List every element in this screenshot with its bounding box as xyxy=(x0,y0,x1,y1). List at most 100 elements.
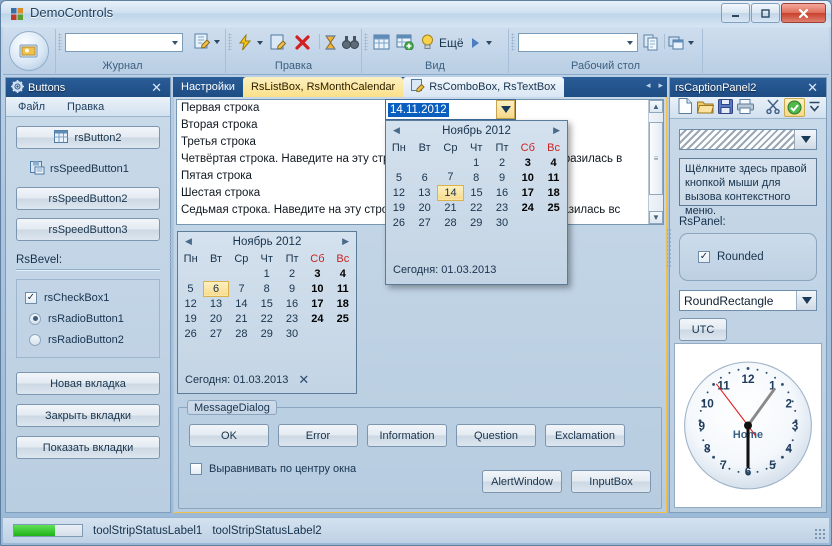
tab-rscombobox-rstextbox[interactable]: RsComboBox, RsTextBox xyxy=(403,77,564,97)
center-align-checkbox-row[interactable]: Выравнивать по центру окна xyxy=(190,458,356,479)
print-icon[interactable] xyxy=(737,98,754,117)
calendar-day[interactable]: 28 xyxy=(438,215,464,230)
zhurnal-combo[interactable] xyxy=(65,33,183,52)
edit-note-icon[interactable] xyxy=(194,33,211,50)
calendar-day[interactable]: 14 xyxy=(229,296,254,311)
open-folder-icon[interactable] xyxy=(696,99,715,117)
rs-button2[interactable]: rsButton2 xyxy=(16,126,160,149)
calendar-day[interactable] xyxy=(305,326,330,341)
hatch-combo[interactable] xyxy=(679,129,817,150)
shape-combo[interactable]: RoundRectangle xyxy=(679,290,817,311)
calendar-day[interactable] xyxy=(438,155,464,170)
calendar-day[interactable]: 23 xyxy=(489,200,515,215)
calendar-day[interactable]: 30 xyxy=(279,326,304,341)
exclamation-button[interactable]: Exclamation xyxy=(545,424,625,447)
ok-button[interactable]: OK xyxy=(189,424,269,447)
show-tabs-button[interactable]: Показать вкладки xyxy=(16,436,160,459)
calendar-day[interactable]: 25 xyxy=(330,311,355,326)
rs-analog-clock[interactable]: 12 1 2 3 4 5 6 7 8 9 10 11 Home xyxy=(674,343,822,508)
lightbulb-icon[interactable] xyxy=(420,34,435,53)
information-button[interactable]: Information xyxy=(367,424,447,447)
calendar-day[interactable] xyxy=(515,215,541,230)
vid-more-label[interactable]: Ещё xyxy=(439,36,464,50)
utc-button[interactable]: UTC xyxy=(679,318,727,341)
windows-arrange-icon[interactable] xyxy=(668,34,685,53)
calendar-day[interactable]: 5 xyxy=(178,281,203,296)
calendar-day[interactable] xyxy=(178,266,203,281)
save-icon[interactable] xyxy=(718,98,733,117)
calendar-day[interactable]: 9 xyxy=(279,281,304,296)
calendar-prev-icon[interactable]: ◀ xyxy=(393,125,400,136)
calendar-day[interactable]: 19 xyxy=(386,200,412,215)
calendar-day[interactable]: 4 xyxy=(330,266,355,281)
calendar-day[interactable] xyxy=(330,326,355,341)
calendar-prev-icon[interactable]: ◀ xyxy=(185,236,192,247)
calendar-day[interactable]: 13 xyxy=(203,296,228,311)
delete-x-icon[interactable] xyxy=(294,34,311,54)
calendar-day[interactable]: 1 xyxy=(254,266,279,281)
calendar-day[interactable]: 10 xyxy=(305,281,330,296)
calendar-day-selected[interactable]: 6 xyxy=(202,280,230,297)
calendar-day[interactable] xyxy=(541,215,567,230)
scroll-down-icon[interactable]: ▼ xyxy=(649,211,663,224)
rs-month-calendar[interactable]: ◀ Ноябрь 2012 ▶ Пн Вт Ср Чт Пт Сб Вс 1 2… xyxy=(177,231,357,394)
chevron-down-icon[interactable] xyxy=(795,130,816,149)
tab-rslistbox-rsmonthcalendar[interactable]: RsListBox, RsMonthCalendar xyxy=(242,77,404,97)
calendar-day[interactable]: 20 xyxy=(412,200,438,215)
calendar-day[interactable]: 12 xyxy=(386,185,412,200)
right-panel-splitter[interactable] xyxy=(666,228,671,268)
calendar-day[interactable]: 2 xyxy=(489,155,515,170)
rs-radio2-row[interactable]: rsRadioButton2 xyxy=(25,329,151,350)
center-align-checkbox[interactable] xyxy=(190,462,202,475)
menu-item-edit[interactable]: Правка xyxy=(67,101,104,113)
error-button[interactable]: Error xyxy=(278,424,358,447)
calendar-day[interactable]: 23 xyxy=(279,311,304,326)
play-arrow-icon[interactable] xyxy=(472,38,479,48)
calendar-day[interactable]: 13 xyxy=(412,185,438,200)
calendar-day[interactable]: 10 xyxy=(515,170,541,185)
calendar-day[interactable]: 16 xyxy=(279,296,304,311)
overflow-icon[interactable] xyxy=(809,100,820,115)
menu-item-file[interactable]: Файл xyxy=(18,101,45,113)
calendar-day[interactable]: 29 xyxy=(463,215,489,230)
calendar-day[interactable]: 7 xyxy=(229,281,254,296)
calendar-day[interactable]: 4 xyxy=(541,155,567,170)
rounded-checkbox[interactable]: ✓ xyxy=(698,251,710,263)
calendar-day[interactable]: 15 xyxy=(254,296,279,311)
lightning-dropdown-icon[interactable] xyxy=(257,41,263,45)
hourglass-icon[interactable] xyxy=(323,34,338,54)
calendar-day[interactable]: 11 xyxy=(541,170,567,185)
calendar-day[interactable]: 30 xyxy=(489,215,515,230)
calendar-day[interactable]: 26 xyxy=(178,326,203,341)
tab-scroll-left-icon[interactable]: ◂ xyxy=(646,80,651,91)
calendar-day[interactable]: 3 xyxy=(515,155,541,170)
calendar-day[interactable]: 16 xyxy=(489,185,515,200)
calendar-day[interactable]: 18 xyxy=(330,296,355,311)
maximize-button[interactable] xyxy=(751,3,780,23)
new-tab-button[interactable]: Новая вкладка xyxy=(16,372,160,395)
lightning-icon[interactable] xyxy=(237,33,254,54)
scrollbar-thumb[interactable]: ≡ xyxy=(649,122,663,195)
new-document-icon[interactable] xyxy=(678,98,693,117)
edit-note-dropdown-icon[interactable] xyxy=(214,40,220,44)
minimize-button[interactable] xyxy=(721,3,750,23)
date-combo-dropdown-calendar[interactable]: ◀ Ноябрь 2012 ▶ Пн Вт Ср Чт Пт Сб Вс 1 2… xyxy=(385,120,568,285)
question-button[interactable]: Question xyxy=(456,424,536,447)
calendar-day[interactable]: 27 xyxy=(412,215,438,230)
calendar-day[interactable]: 24 xyxy=(305,311,330,326)
calendar-day[interactable]: 19 xyxy=(178,311,203,326)
scroll-up-icon[interactable]: ▲ xyxy=(649,100,663,113)
calendar-day[interactable]: 9 xyxy=(489,170,515,185)
vid-dropdown-icon[interactable] xyxy=(486,41,492,45)
calendar-day[interactable]: 6 xyxy=(412,170,438,185)
table-add-icon[interactable] xyxy=(396,34,414,53)
rs-speed-button2[interactable]: rsSpeedButton2 xyxy=(16,187,160,210)
rs-checkbox1-row[interactable]: ✓ rsCheckBox1 xyxy=(25,287,151,308)
close-button[interactable] xyxy=(781,3,826,23)
close-icon[interactable]: ✕ xyxy=(148,80,165,96)
calendar-day[interactable] xyxy=(386,155,412,170)
close-icon[interactable]: ✕ xyxy=(804,80,821,96)
rs-speed-button1[interactable]: rsSpeedButton1 xyxy=(16,158,160,180)
calendar-day[interactable]: 1 xyxy=(463,155,489,170)
office-orb-icon[interactable] xyxy=(9,31,49,71)
